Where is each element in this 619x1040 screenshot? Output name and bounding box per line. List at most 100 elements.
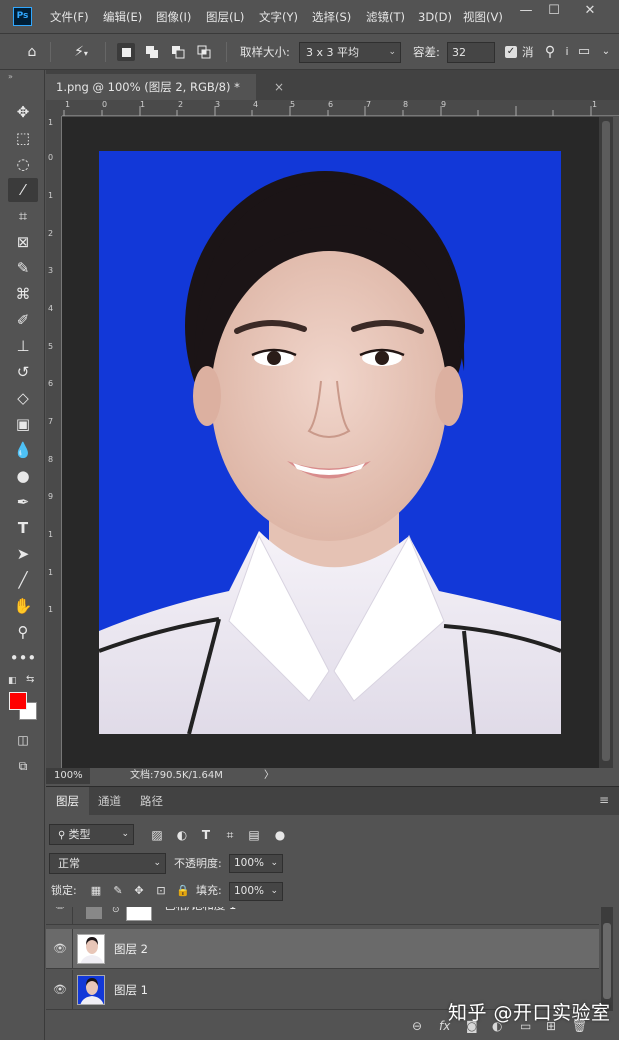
clone-stamp-tool-icon[interactable]: ⊥ xyxy=(8,334,38,358)
menu-image[interactable]: 图像(I) xyxy=(156,0,191,34)
search-icon[interactable]: ⚲ xyxy=(540,41,560,63)
eye-icon[interactable]: 👁 xyxy=(52,982,68,998)
panel-menu-icon[interactable]: ≡ xyxy=(599,793,609,807)
tab-paths[interactable]: 路径 xyxy=(130,787,173,815)
link-icon[interactable]: ⊖ xyxy=(412,1019,422,1033)
ruler-tick: 1 xyxy=(48,191,54,200)
default-colors-icon[interactable]: ◧ xyxy=(8,676,17,686)
lock-all-icon[interactable]: 🔒 xyxy=(175,883,191,899)
add-selection-icon[interactable] xyxy=(143,43,161,61)
lock-position-icon[interactable]: ✥ xyxy=(131,883,147,899)
swap-colors-icon[interactable]: ⇆ xyxy=(26,674,34,685)
ruler-tick: 5 xyxy=(48,342,54,351)
path-selection-tool-icon[interactable]: ➤ xyxy=(8,542,38,566)
layer-filter-value: 类型 xyxy=(68,828,91,841)
close-tab-icon[interactable]: × xyxy=(274,74,284,100)
type-tool-icon[interactable]: T xyxy=(8,516,38,540)
magic-wand-tool-icon[interactable]: ⁄ xyxy=(8,178,38,202)
chevron-down-icon: ⌄ xyxy=(388,47,396,57)
menu-edit[interactable]: 编辑(E) xyxy=(103,0,142,34)
dodge-tool-icon[interactable]: ● xyxy=(8,464,38,488)
foreground-color-swatch[interactable] xyxy=(9,692,27,710)
lock-image-icon[interactable]: ✎ xyxy=(110,883,126,899)
ruler-tick: 1 xyxy=(592,100,598,109)
lasso-tool-icon[interactable]: ◌ xyxy=(8,152,38,176)
hand-tool-icon[interactable]: ✋ xyxy=(8,594,38,618)
workspace-icon[interactable]: ▭ xyxy=(574,41,594,63)
tab-layers[interactable]: 图层 xyxy=(46,787,89,815)
scrollbar-thumb[interactable] xyxy=(603,923,611,999)
eye-icon[interactable]: 👁 xyxy=(52,907,68,913)
smart-object-filter-icon[interactable]: ▤ xyxy=(245,825,263,845)
filter-toggle-icon[interactable]: ● xyxy=(271,825,289,845)
brush-tool-icon[interactable]: ✐ xyxy=(8,308,38,332)
menu-filter[interactable]: 滤镜(T) xyxy=(366,0,405,34)
marquee-tool-icon[interactable]: ⬚ xyxy=(8,126,38,150)
close-icon[interactable]: ✕ xyxy=(574,0,606,22)
lock-transparent-icon[interactable]: ▦ xyxy=(88,883,104,899)
tab-channels[interactable]: 通道 xyxy=(88,787,131,815)
layer-row[interactable]: 👁 ⊙ 色相/饱和度 1 xyxy=(46,907,599,925)
sample-size-dropdown[interactable]: 3 x 3 平均 ⌄ xyxy=(299,42,401,63)
document-tab[interactable]: 1.png @ 100% (图层 2, RGB/8) * × xyxy=(46,74,284,100)
layer-list-scrollbar[interactable] xyxy=(601,907,613,1011)
pixel-filter-icon[interactable]: ▨ xyxy=(148,825,166,845)
shape-filter-icon[interactable]: ⌗ xyxy=(221,825,239,845)
lock-artboard-icon[interactable]: ⊡ xyxy=(153,883,169,899)
pen-tool-icon[interactable]: ✒ xyxy=(8,490,38,514)
frame-tool-icon[interactable]: ⊠ xyxy=(8,230,38,254)
zoom-tool-icon[interactable]: ⚲ xyxy=(8,620,38,644)
move-tool-icon[interactable]: ✥ xyxy=(8,100,38,124)
new-selection-icon[interactable] xyxy=(117,43,135,61)
screen-mode-icon[interactable]: ⧉ xyxy=(8,754,38,778)
history-brush-tool-icon[interactable]: ↺ xyxy=(8,360,38,384)
opacity-input[interactable]: 100% ⌄ xyxy=(229,854,283,873)
collapse-icon[interactable]: » xyxy=(8,72,13,81)
healing-brush-tool-icon[interactable]: ⌘ xyxy=(8,282,38,306)
layer-thumbnail xyxy=(77,975,105,1005)
eraser-tool-icon[interactable]: ◇ xyxy=(8,386,38,410)
status-menu-icon[interactable]: 〉 xyxy=(264,768,274,784)
quick-mask-icon[interactable]: ◫ xyxy=(8,728,38,752)
tolerance-input[interactable]: 32 xyxy=(447,42,495,63)
ruler-corner xyxy=(46,100,62,116)
divider xyxy=(72,970,73,1010)
eye-icon[interactable]: 👁 xyxy=(52,941,68,957)
fill-input[interactable]: 100% ⌄ xyxy=(229,882,283,901)
menu-select[interactable]: 选择(S) xyxy=(312,0,351,34)
menu-3d[interactable]: 3D(D) xyxy=(418,0,452,34)
magic-wand-preset-icon[interactable]: ⚡▾ xyxy=(63,41,99,63)
chevron-down-icon[interactable]: ⌄ xyxy=(597,41,615,63)
layer-filter-dropdown[interactable]: ⚲ 类型 ⌄ xyxy=(49,824,134,845)
maximize-icon[interactable]: ☐ xyxy=(538,0,570,22)
blur-tool-icon[interactable]: 💧 xyxy=(8,438,38,462)
type-filter-icon[interactable]: T xyxy=(197,825,215,845)
layer-row[interactable]: 👁 图层 2 xyxy=(46,929,599,969)
intersect-selection-icon[interactable] xyxy=(195,43,213,61)
ruler-tick: 0 xyxy=(48,153,54,162)
menu-bar: Ps 文件(F) 编辑(E) 图像(I) 图层(L) 文字(Y) 选择(S) 滤… xyxy=(0,0,619,34)
subtract-selection-icon[interactable] xyxy=(169,43,187,61)
menu-view[interactable]: 视图(V) xyxy=(463,0,503,34)
divider xyxy=(105,42,106,62)
menu-file[interactable]: 文件(F) xyxy=(50,0,89,34)
menu-layer[interactable]: 图层(L) xyxy=(206,0,244,34)
antialias-checkbox[interactable]: ✓ xyxy=(505,46,517,58)
canvas-scrollbar[interactable] xyxy=(599,117,613,768)
crop-tool-icon[interactable]: ⌗ xyxy=(8,204,38,228)
home-icon[interactable]: ⌂ xyxy=(21,41,43,63)
ruler-tick: 5 xyxy=(290,100,296,109)
info-icon[interactable]: i xyxy=(560,41,574,63)
ruler-tick: 1 xyxy=(140,100,146,109)
line-tool-icon[interactable]: ╱ xyxy=(8,568,38,592)
adjustment-filter-icon[interactable]: ◐ xyxy=(173,825,191,845)
gradient-tool-icon[interactable]: ▣ xyxy=(8,412,38,436)
document-tab-title: 1.png @ 100% (图层 2, RGB/8) * xyxy=(56,80,240,94)
eyedropper-tool-icon[interactable]: ✎ xyxy=(8,256,38,280)
id-photo-canvas[interactable] xyxy=(99,151,561,734)
zoom-level[interactable]: 100% xyxy=(46,768,90,784)
blend-mode-dropdown[interactable]: 正常 ⌄ xyxy=(49,853,166,874)
scrollbar-thumb[interactable] xyxy=(602,121,610,761)
menu-type[interactable]: 文字(Y) xyxy=(259,0,298,34)
more-tools-icon[interactable]: ••• xyxy=(8,646,38,670)
